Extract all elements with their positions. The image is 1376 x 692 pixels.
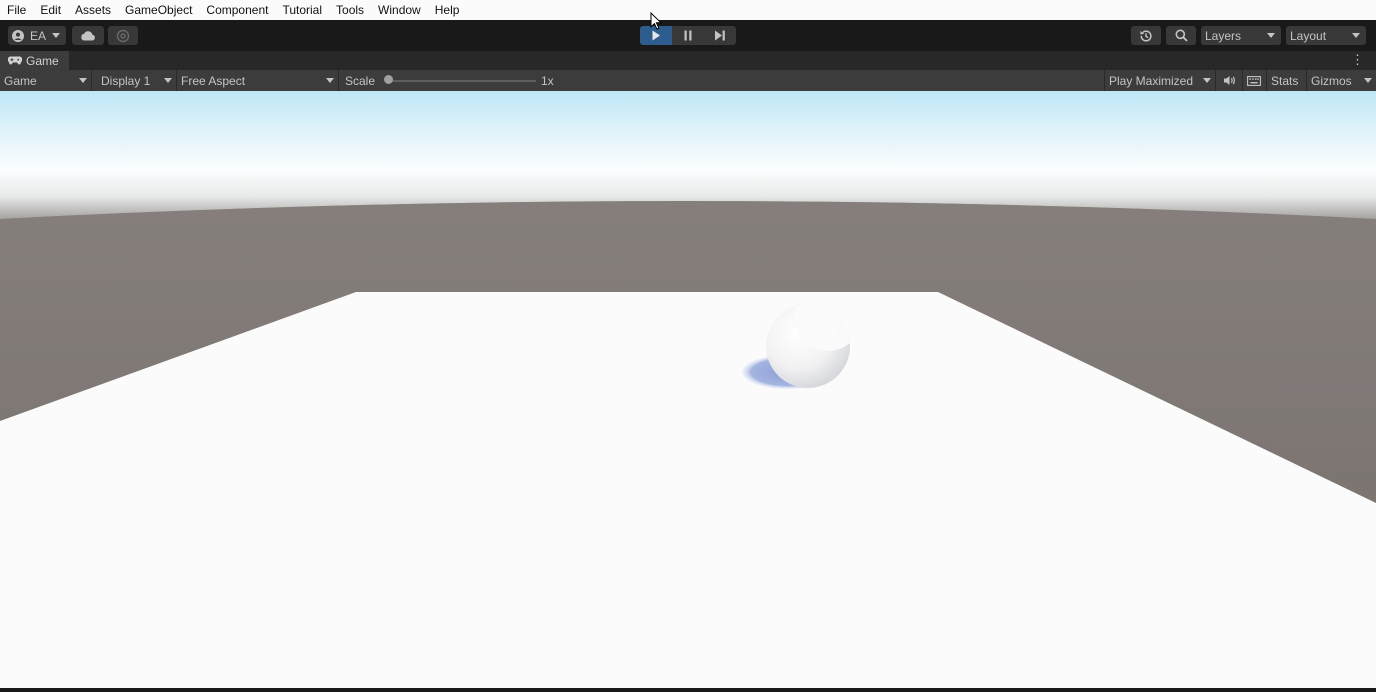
menu-file[interactable]: File xyxy=(0,0,33,20)
menu-tools[interactable]: Tools xyxy=(329,0,371,20)
search-icon xyxy=(1175,29,1188,42)
pause-icon xyxy=(684,30,692,41)
step-button[interactable] xyxy=(704,26,736,45)
menu-gameobject[interactable]: GameObject xyxy=(118,0,199,20)
display-dropdown[interactable]: Display 1 xyxy=(97,70,177,91)
account-label: EA xyxy=(29,28,46,43)
aspect-label: Free Aspect xyxy=(181,73,246,88)
chevron-down-icon xyxy=(1267,33,1275,38)
cloud-button[interactable] xyxy=(72,26,104,45)
chevron-down-icon xyxy=(164,78,172,83)
shortcuts-button[interactable] xyxy=(1242,70,1267,91)
scale-slider-track[interactable] xyxy=(392,80,536,82)
menu-edit[interactable]: Edit xyxy=(33,0,68,20)
layers-dropdown[interactable]: Layers xyxy=(1201,26,1281,45)
gizmos-label: Gizmos xyxy=(1311,73,1352,88)
tab-bar: Game ⋮ xyxy=(0,51,1376,70)
play-mode-label: Play Maximized xyxy=(1109,73,1194,88)
layers-label: Layers xyxy=(1205,28,1242,43)
chevron-down-icon xyxy=(326,78,334,83)
gamepad-icon xyxy=(8,56,22,65)
speaker-icon xyxy=(1223,76,1235,85)
game-scene xyxy=(0,91,1376,688)
display-label: Display 1 xyxy=(101,73,151,88)
scale-slider-thumb[interactable] xyxy=(384,75,393,84)
aspect-dropdown[interactable]: Free Aspect xyxy=(177,70,339,91)
game-view-toolbar: Game Display 1 Free Aspect Scale 1x Play… xyxy=(0,70,1376,91)
scale-value: 1x xyxy=(541,73,554,88)
chevron-down-icon xyxy=(51,33,60,38)
sky xyxy=(0,91,1376,219)
play-icon xyxy=(652,30,660,41)
menu-component[interactable]: Component xyxy=(199,0,275,20)
account-icon xyxy=(12,29,24,42)
bottom-border xyxy=(0,688,1376,692)
step-icon xyxy=(715,30,725,41)
collab-icon xyxy=(116,29,130,42)
history-icon xyxy=(1140,29,1152,42)
layout-dropdown[interactable]: Layout xyxy=(1286,26,1366,45)
account-dropdown[interactable]: EA xyxy=(8,26,66,45)
tab-game[interactable]: Game xyxy=(0,51,69,70)
view-type-dropdown[interactable]: Game xyxy=(0,70,92,91)
tab-game-label: Game xyxy=(26,53,59,68)
pause-button[interactable] xyxy=(672,26,704,45)
layout-label: Layout xyxy=(1290,28,1327,43)
menu-window[interactable]: Window xyxy=(371,0,428,20)
collab-button[interactable] xyxy=(108,26,138,45)
cloud-icon xyxy=(81,31,95,41)
menu-assets[interactable]: Assets xyxy=(68,0,118,20)
chevron-down-icon xyxy=(1364,78,1372,83)
more-options-icon[interactable]: ⋮ xyxy=(1351,53,1364,67)
history-button[interactable] xyxy=(1131,26,1161,45)
chevron-down-icon xyxy=(1352,33,1360,38)
mute-audio-button[interactable] xyxy=(1216,70,1243,91)
menu-tutorial[interactable]: Tutorial xyxy=(275,0,329,20)
game-viewport[interactable] xyxy=(0,91,1376,688)
menu-bar: File Edit Assets GameObject Component Tu… xyxy=(0,0,1376,20)
menu-help[interactable]: Help xyxy=(428,0,467,20)
stats-button[interactable]: Stats xyxy=(1271,70,1298,91)
scale-label: Scale xyxy=(345,73,376,88)
chevron-down-icon xyxy=(79,78,87,83)
mouse-cursor-icon xyxy=(650,12,662,30)
main-toolbar: EA Layers Layout xyxy=(0,20,1376,51)
chevron-down-icon xyxy=(1203,78,1211,83)
gizmos-dropdown[interactable]: Gizmos xyxy=(1306,70,1376,91)
search-button[interactable] xyxy=(1166,26,1196,45)
view-type-label: Game xyxy=(4,73,37,88)
play-mode-dropdown[interactable]: Play Maximized xyxy=(1104,70,1216,91)
keyboard-icon xyxy=(1247,75,1261,86)
